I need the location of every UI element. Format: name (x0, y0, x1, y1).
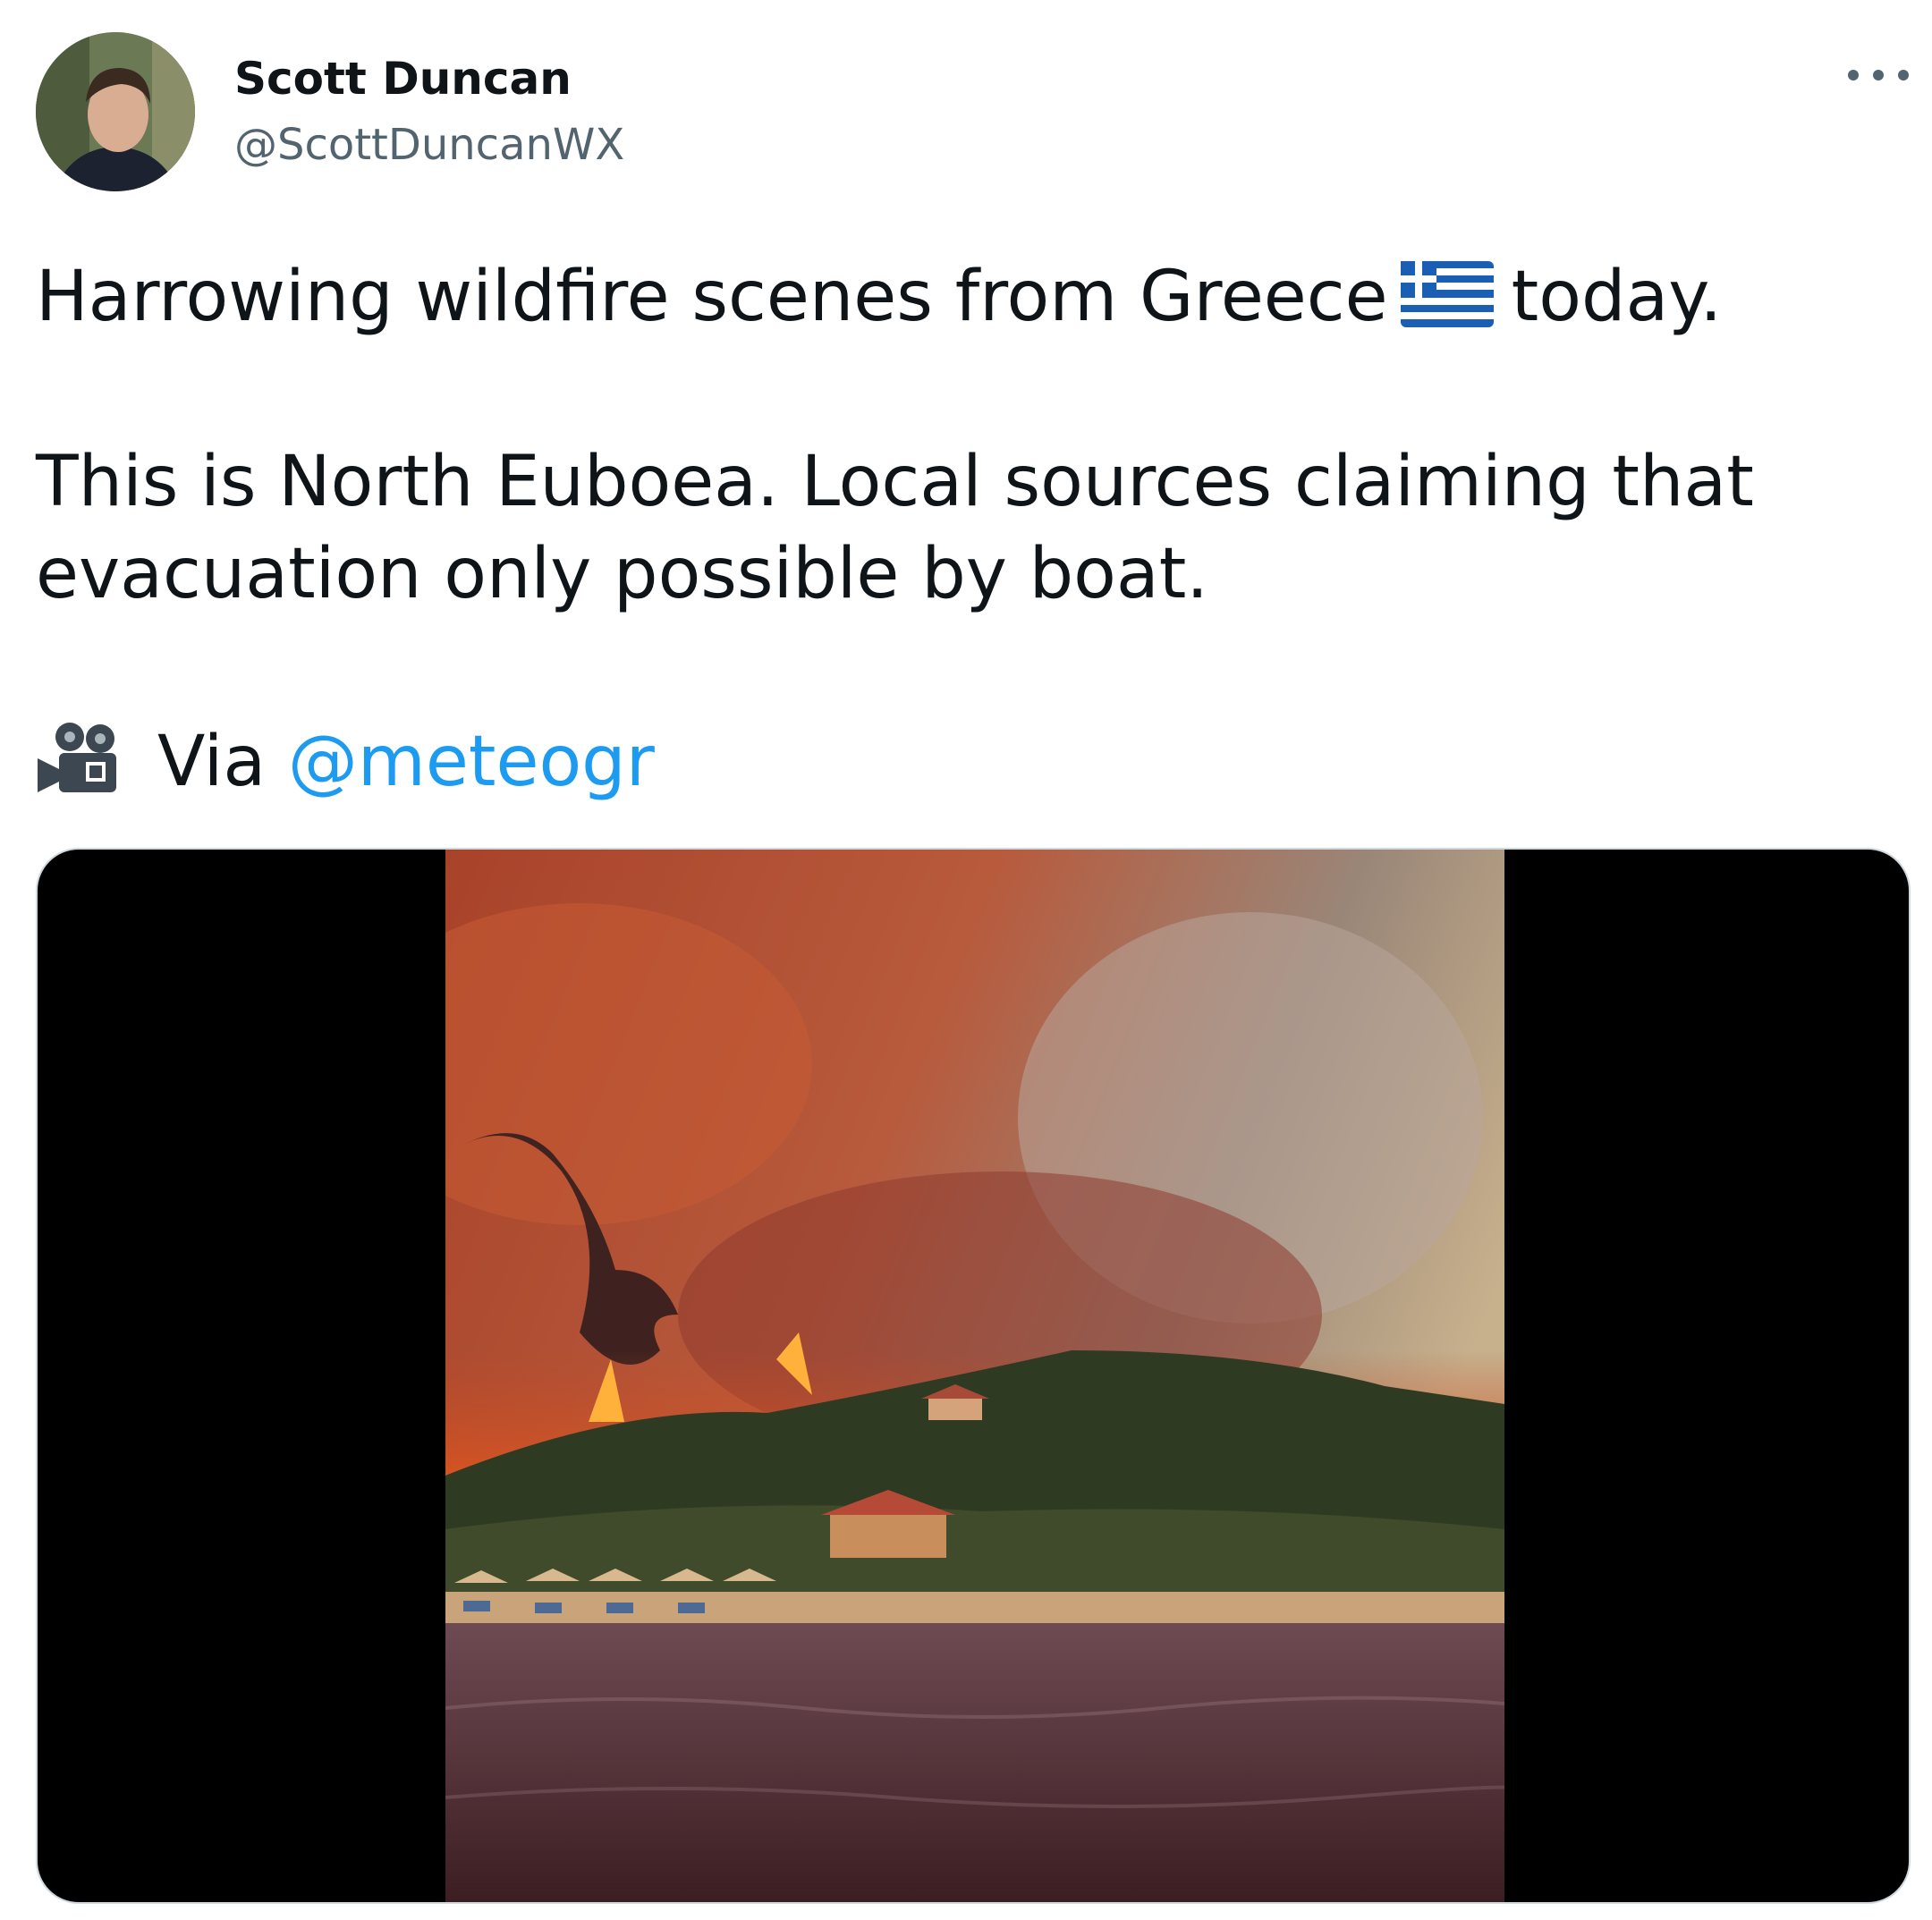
via-label: Via (157, 722, 267, 802)
more-options-icon[interactable] (1843, 50, 1914, 100)
avatar[interactable] (36, 32, 195, 191)
mention-link[interactable]: @meteogr (288, 722, 655, 802)
tweet-text-segment: Harrowing wildfire scenes from Greece (36, 257, 1388, 337)
user-handle[interactable]: @ScottDuncanWX (234, 116, 624, 173)
video-player[interactable] (38, 850, 1909, 1902)
tweet-text-line-4: Via @meteogr (36, 715, 655, 808)
tweet-text-line-2: This is North Euboea. Local sources clai… (36, 442, 1754, 522)
movie-camera-icon (36, 719, 129, 798)
tweet-text-segment: today. (1511, 257, 1723, 337)
avatar-photo (36, 32, 195, 191)
tweet-text-line-1: Harrowing wildfire scenes from Greece to… (36, 250, 1722, 343)
tweet-text-line-3: evacuation only possible by boat. (36, 534, 1209, 614)
display-name[interactable]: Scott Duncan (234, 50, 572, 107)
video-thumbnail (445, 850, 1504, 1902)
greece-flag-icon (1400, 261, 1494, 327)
